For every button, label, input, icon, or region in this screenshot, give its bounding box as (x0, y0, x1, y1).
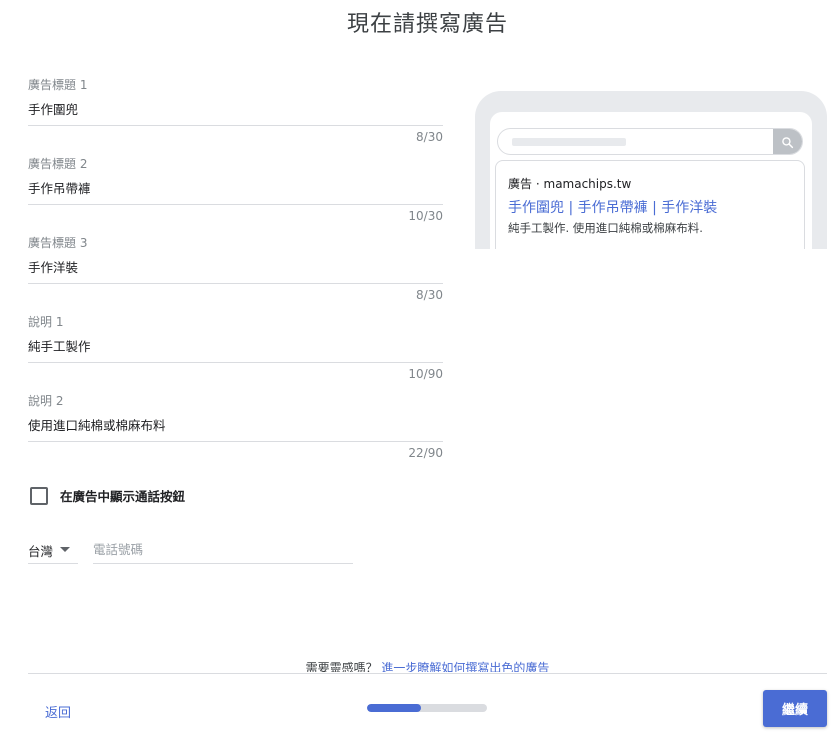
headline-1-char-count: 8/30 (416, 130, 443, 144)
description-2-label: 說明 2 (28, 394, 64, 408)
headline-2-input[interactable]: 手作吊帶褲 (28, 180, 443, 205)
headline-3-input[interactable]: 手作洋裝 (28, 259, 443, 284)
country-select[interactable]: 台灣 (28, 536, 78, 564)
country-select-value: 台灣 (28, 544, 54, 559)
back-button[interactable]: 返回 (45, 702, 71, 721)
ad-preview-card: 廣告 · mamachips.tw 手作圍兜 | 手作吊帶褲 | 手作洋裝 純手… (495, 160, 805, 249)
headline-3-label: 廣告標題 3 (28, 236, 88, 250)
headline-1-field[interactable]: 廣告標題 1 手作圍兜 8/30 (28, 77, 443, 144)
search-placeholder-bar (512, 138, 626, 146)
headline-1-input[interactable]: 手作圍兜 (28, 101, 443, 126)
show-call-button-checkbox[interactable] (30, 486, 48, 505)
description-2-field[interactable]: 說明 2 使用進口純棉或棉麻布料 22/90 (28, 393, 443, 460)
phone-number-input[interactable] (93, 536, 353, 564)
headline-3-char-count: 8/30 (416, 288, 443, 302)
headline-1-label: 廣告標題 1 (28, 78, 88, 92)
preview-search-bar (497, 128, 803, 155)
progress-bar (367, 704, 487, 712)
description-1-field[interactable]: 說明 1 純手工製作 10/90 (28, 314, 443, 381)
headline-3-field[interactable]: 廣告標題 3 手作洋裝 8/30 (28, 235, 443, 302)
ad-headline: 手作圍兜 | 手作吊帶褲 | 手作洋裝 (508, 200, 718, 216)
help-link[interactable]: 進一步瞭解如何撰寫出色的廣告 (381, 661, 549, 672)
dropdown-arrow-icon (60, 547, 70, 552)
ad-preview-phone: 廣告 · mamachips.tw 手作圍兜 | 手作吊帶褲 | 手作洋裝 純手… (475, 91, 827, 249)
headline-2-label: 廣告標題 2 (28, 157, 88, 171)
description-1-input[interactable]: 純手工製作 (28, 338, 443, 363)
show-call-button-label: 在廣告中顯示通話按鈕 (60, 489, 186, 504)
ad-meta: 廣告 · mamachips.tw (508, 175, 631, 192)
ad-meta-separator: · (535, 177, 540, 191)
description-1-label: 說明 1 (28, 315, 64, 329)
preview-search-button (773, 129, 802, 154)
footer-divider (28, 673, 827, 674)
help-text: 需要靈感嗎？ 進一步瞭解如何撰寫出色的廣告 (0, 660, 839, 672)
headline-2-field[interactable]: 廣告標題 2 手作吊帶褲 10/30 (28, 156, 443, 223)
search-icon (782, 137, 794, 149)
continue-button[interactable]: 繼續 (763, 690, 827, 727)
phone-screen: 廣告 · mamachips.tw 手作圍兜 | 手作吊帶褲 | 手作洋裝 純手… (490, 112, 812, 249)
description-2-input[interactable]: 使用進口純棉或棉麻布料 (28, 417, 443, 442)
description-2-char-count: 22/90 (408, 446, 443, 460)
description-1-char-count: 10/90 (408, 367, 443, 381)
page-title: 現在請撰寫廣告 (346, 12, 508, 37)
ad-domain: mamachips.tw (543, 177, 632, 191)
headline-2-char-count: 10/30 (408, 209, 443, 223)
ad-description: 純手工製作. 使用進口純棉或棉麻布料. (508, 221, 703, 235)
ad-label: 廣告 (508, 177, 533, 191)
help-prefix: 需要靈感嗎？ (305, 661, 378, 672)
show-call-button-option[interactable]: 在廣告中顯示通話按鈕 (30, 486, 185, 505)
progress-bar-fill (367, 704, 421, 712)
